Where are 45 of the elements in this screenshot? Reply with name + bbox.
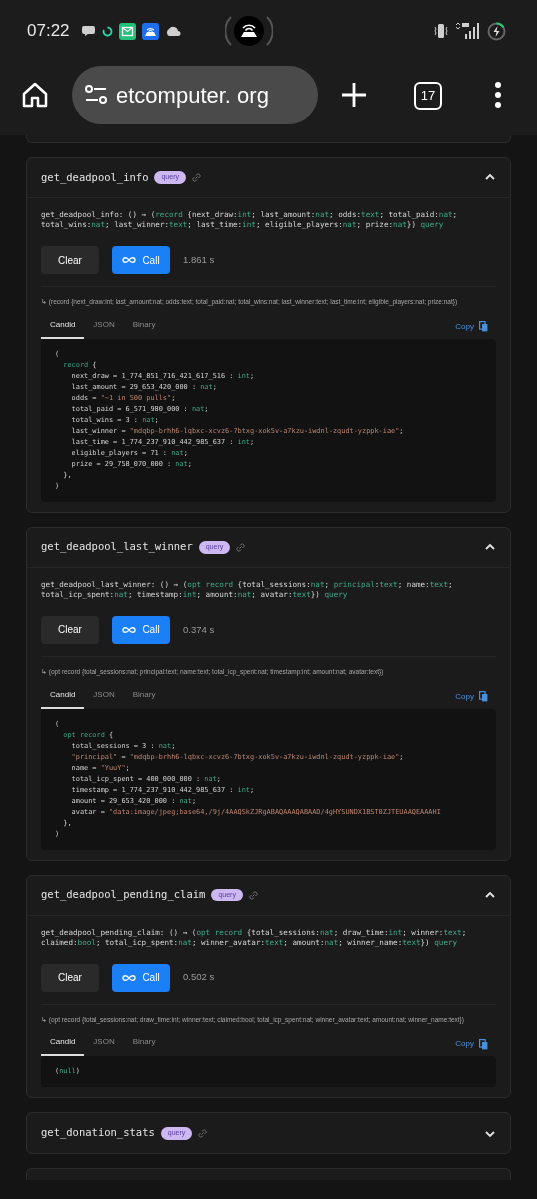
url-text: etcomputer. org [116,81,269,110]
infinity-icon [122,973,137,982]
home-icon[interactable] [22,82,48,108]
clear-button[interactable]: Clear [41,963,99,992]
copy-button[interactable]: Copy [455,1038,488,1051]
new-tab-icon[interactable] [340,81,368,109]
clear-button[interactable]: Clear [41,246,99,274]
hotspot-app-icon [141,22,159,40]
site-settings-icon[interactable] [84,85,108,105]
call-button[interactable]: Call [112,246,170,274]
copy-icon [479,321,488,333]
sync-icon [101,25,113,37]
infinity-icon [122,256,137,264]
status-time: 07:22 [27,20,70,43]
result-tab[interactable]: JSON [84,312,124,339]
copy-button[interactable]: Copy [455,690,488,703]
result-tab[interactable]: Binary [123,682,165,709]
copy-icon [479,691,488,702]
copy-button[interactable]: Copy [455,320,488,333]
call-duration: 0.502 s [183,970,215,985]
result-tab[interactable]: JSON [84,682,124,709]
clear-button[interactable]: Clear [41,615,99,644]
battery-charging-icon [487,21,506,41]
method-name: get_donation_stats [41,1125,155,1141]
signal-icon [455,22,481,40]
mail-app-icon [118,22,136,40]
call-duration: 0.374 s [183,622,215,637]
result-tab[interactable]: JSON [84,1030,124,1057]
call-duration: 1.861 s [183,252,215,267]
result-tab[interactable]: Binary [123,312,165,339]
method-name: get_deadpool_pending_claim [41,887,206,903]
method-name: get_deadpool_last_winner [41,539,193,555]
copy-icon [479,1038,488,1050]
address-bar[interactable]: etcomputer. org [72,66,318,124]
chat-icon [81,25,96,37]
call-button[interactable]: Call [112,615,170,644]
result-tab[interactable]: Binary [123,1030,165,1057]
infinity-icon [122,625,137,634]
more-menu-icon[interactable] [494,82,502,108]
cloud-icon [164,26,181,36]
tab-count[interactable]: 17 [414,82,442,110]
method-name: get_deadpool_info [41,169,149,186]
vibrate-icon [433,23,449,39]
link-icon[interactable] [191,172,202,183]
call-button[interactable]: Call [112,963,170,992]
